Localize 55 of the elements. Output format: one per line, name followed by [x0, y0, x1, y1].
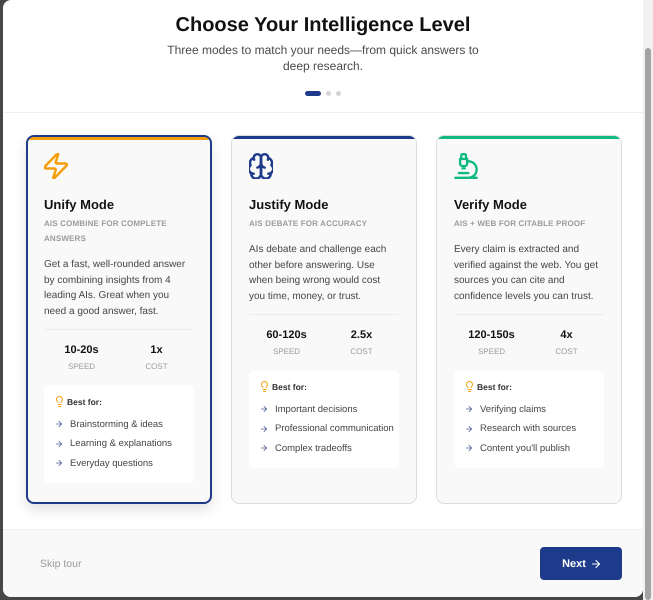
- lightbulb-icon: [56, 396, 63, 408]
- mode-card[interactable]: [26, 135, 212, 504]
- stat-label: COST: [349, 346, 374, 358]
- mode-tagline: AIS + WEB FOR CITABLE PROOF: [454, 218, 586, 230]
- best-for-item: Research with sources: [480, 423, 576, 434]
- best-for-heading: Best for:: [477, 382, 512, 392]
- arrow-right-icon: [261, 406, 267, 412]
- arrow-right-icon: [466, 445, 472, 452]
- best-for-item: Verifying claims: [480, 404, 546, 415]
- stat-value: 4x: [559, 328, 574, 342]
- arrow-right-icon: [466, 406, 472, 412]
- arrow-right-icon: [261, 426, 267, 432]
- best-for-item: Complex tradeoffs: [275, 442, 352, 454]
- arrow-right-icon: [56, 440, 62, 447]
- stat-value: 10-20s: [63, 343, 100, 358]
- stat-label: SPEED: [272, 346, 302, 358]
- stat-label: SPEED: [476, 346, 506, 358]
- lightning-bolt-icon: [44, 153, 68, 179]
- next-button[interactable]: Next: [540, 547, 622, 580]
- dialog-subtitle: Three modes to match your needs—from quick answers to deep research.: [166, 42, 480, 74]
- arrow-right-icon: [56, 421, 62, 428]
- step-indicator[interactable]: [305, 91, 321, 96]
- scrollbar-thumb[interactable]: [645, 48, 651, 600]
- best-for-item: Professional communication: [275, 423, 394, 434]
- brain-icon: [249, 153, 273, 179]
- mode-tagline: AIS DEBATE FOR ACCURACY: [249, 218, 368, 230]
- arrow-right-icon: [466, 426, 472, 432]
- lightbulb-icon: [466, 381, 473, 392]
- arrow-right-icon: [56, 460, 62, 466]
- microscope-icon: [454, 153, 478, 179]
- best-for-item: Everyday questions: [70, 458, 153, 469]
- mode-title: Justify Mode: [249, 196, 330, 213]
- lightbulb-icon: [261, 381, 268, 392]
- stat-value: 2.5x: [350, 328, 374, 342]
- best-for-item: Content you'll publish: [480, 442, 570, 454]
- stat-value: 120-150s: [467, 328, 516, 342]
- best-for-heading: Best for:: [272, 382, 307, 392]
- arrow-right-icon: [261, 445, 267, 452]
- best-for-item: Learning & explanations: [70, 438, 172, 450]
- best-for-item: Important decisions: [275, 404, 358, 415]
- stat-label: COST: [554, 346, 579, 358]
- mode-title: Unify Mode: [44, 196, 116, 213]
- stat-value: 1x: [149, 343, 164, 358]
- mode-description: AIs debate and challenge each other before answering. Use when being wrong would cost you time, money, or trust.: [249, 243, 388, 304]
- dialog-title: Choose Your Intelligence Level: [174, 13, 472, 37]
- stat-label: SPEED: [66, 361, 96, 372]
- stat-label: COST: [144, 361, 169, 372]
- best-for-heading: Best for:: [67, 396, 102, 407]
- best-for-item: Brainstorming & ideas: [70, 418, 163, 430]
- mode-tagline: AIS COMBINE FOR COMPLETE ANSWERS: [44, 218, 168, 245]
- mode-title: Verify Mode: [454, 196, 528, 213]
- mode-description: Get a fast, well-rounded answer by combining insights from 4 leading AIs. Great when you need a good answer, fast.: [44, 258, 186, 319]
- mode-description: Every claim is extracted and verified against the web. You get sources you can cite and confidence levels you can trust.: [454, 243, 599, 304]
- stat-value: 60-120s: [265, 328, 308, 342]
- arrow-right-icon: [592, 560, 600, 568]
